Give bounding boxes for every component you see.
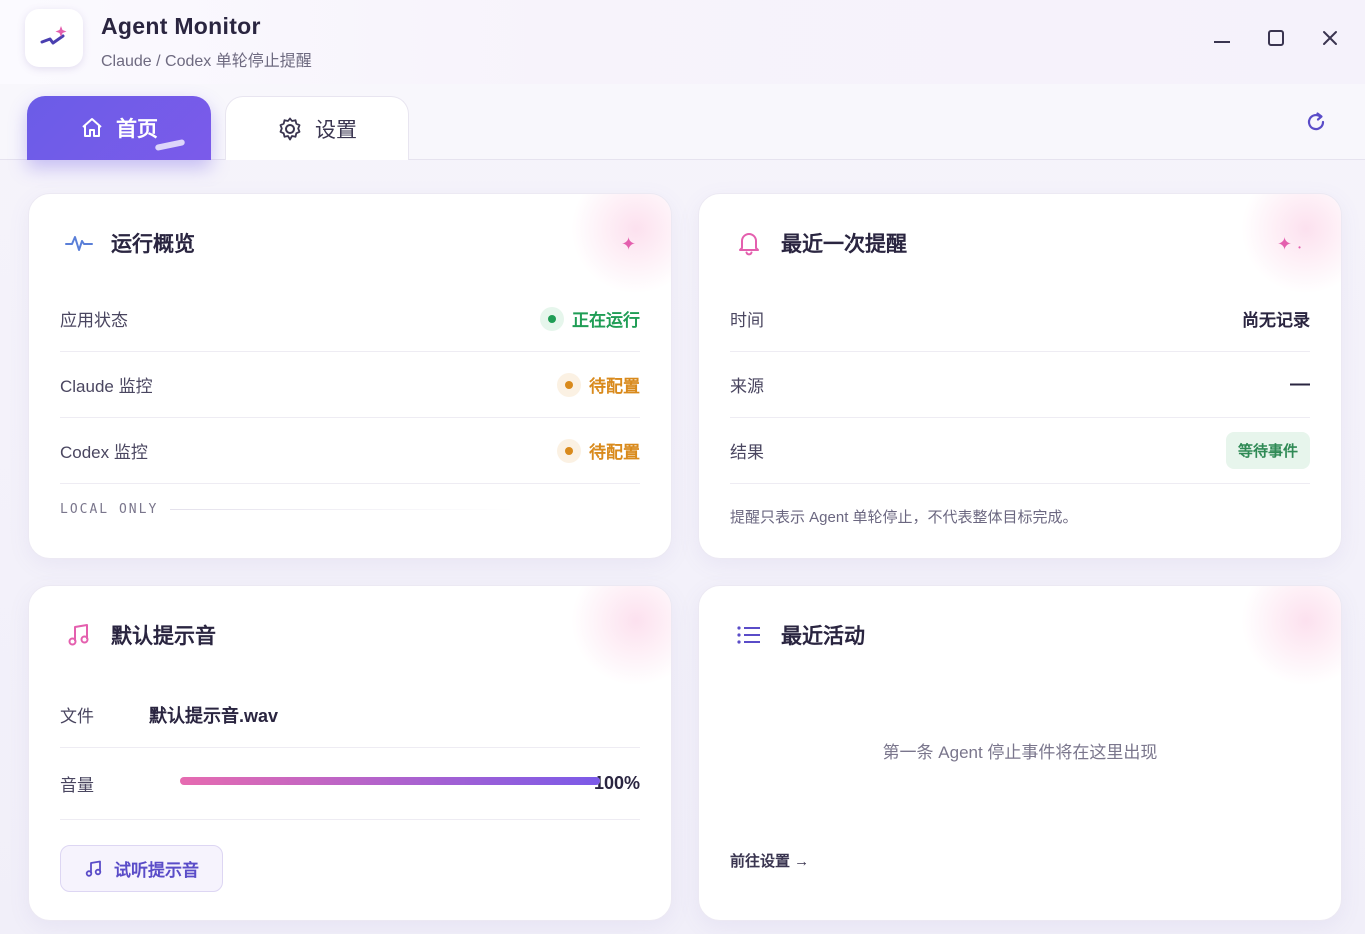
overview-row-codex: Codex 监控 待配置 (60, 418, 640, 484)
sound-row-file: 文件 默认提示音.wav (60, 682, 640, 748)
maximize-button[interactable] (1262, 24, 1290, 52)
overview-card: 运行概览 ✦ 应用状态 正在运行 Claude 监控 待配置 Codex 监控 … (28, 193, 672, 559)
overview-row-claude: Claude 监控 待配置 (60, 352, 640, 418)
sparkle-icon: ✦ (621, 234, 637, 254)
app-subtitle: Claude / Codex 单轮停止提醒 (101, 53, 312, 70)
last-alert-title: 最近一次提醒 (781, 233, 907, 256)
last-alert-header: 最近一次提醒 (735, 228, 907, 258)
sound-header: 默认提示音 (65, 620, 216, 650)
sparkle-icon: ✦ • (1277, 234, 1301, 254)
status-dot-icon (557, 438, 581, 463)
alert-row-source: 来源 — (730, 352, 1310, 418)
tab-settings-label: 设置 (315, 118, 357, 142)
local-only-label: LOCAL ONLY (60, 502, 516, 517)
status-indicator: 待配置 (557, 438, 640, 463)
status-dot-icon (540, 306, 564, 331)
app-logo (25, 9, 83, 67)
minimize-button[interactable] (1208, 24, 1236, 52)
overview-header: 运行概览 (65, 228, 195, 258)
row-label: 音量 (60, 776, 94, 795)
status-text: 待配置 (589, 443, 640, 462)
file-name: 默认提示音.wav (149, 705, 279, 726)
status-indicator: 待配置 (557, 372, 640, 397)
row-label: 结果 (730, 443, 764, 462)
status-text: 待配置 (589, 377, 640, 396)
volume-value: 100% (593, 773, 640, 793)
row-value: — (1290, 373, 1310, 395)
refresh-icon (1307, 112, 1325, 131)
sound-card: 默认提示音 文件 默认提示音.wav 音量 100% 试听提示音 (28, 585, 672, 921)
status-indicator: 正在运行 (540, 306, 640, 331)
tab-home[interactable]: 首页 (27, 96, 211, 160)
volume-slider[interactable] (180, 777, 600, 785)
tab-settings[interactable]: 设置 (225, 96, 409, 160)
app-logo-icon (40, 26, 67, 45)
bell-icon (739, 233, 759, 256)
row-label: 文件 (60, 707, 94, 726)
row-label: 时间 (730, 311, 764, 330)
active-tab-indicator (154, 138, 186, 152)
goto-settings-link[interactable]: 前往设置 → (730, 850, 809, 871)
gear-icon (279, 117, 301, 140)
close-icon (1323, 31, 1337, 45)
refresh-button[interactable] (1302, 108, 1330, 136)
activity-card: 最近活动 第一条 Agent 停止事件将在这里出现 前往设置 → (698, 585, 1342, 921)
volume-slider-fill (180, 777, 600, 785)
row-label: Claude 监控 (60, 377, 153, 396)
status-dot-icon (557, 372, 581, 397)
empty-state-text: 第一条 Agent 停止事件将在这里出现 (882, 743, 1158, 762)
list-icon (737, 626, 760, 644)
minimize-icon (1214, 41, 1230, 43)
maximize-icon (1268, 30, 1284, 46)
activity-header: 最近活动 (735, 620, 865, 650)
sound-title: 默认提示音 (111, 625, 216, 648)
overview-title: 运行概览 (111, 233, 195, 256)
music-note-icon (68, 624, 89, 646)
app-title: Agent Monitor (101, 13, 261, 39)
home-icon (82, 118, 102, 137)
sound-row-volume: 音量 100% (60, 748, 640, 820)
divider (170, 509, 516, 510)
title-bar: Agent Monitor Claude / Codex 单轮停止提醒 (0, 0, 1365, 84)
tab-bar: 首页 设置 (0, 84, 1365, 160)
row-label: Codex 监控 (60, 443, 148, 462)
row-label: 来源 (730, 377, 764, 396)
activity-title: 最近活动 (781, 625, 865, 648)
alert-note: 提醒只表示 Agent 单轮停止，不代表整体目标完成。 (730, 509, 1078, 526)
status-badge: 等待事件 (1225, 432, 1310, 469)
row-value: 尚无记录 (1242, 311, 1310, 330)
last-alert-card: 最近一次提醒 ✦ • 时间 尚无记录 来源 — 结果 等待事件 提醒只表示 Age… (698, 193, 1342, 559)
preview-button-label: 试听提示音 (114, 861, 199, 880)
overview-row-app-status: 应用状态 正在运行 (60, 286, 640, 352)
preview-sound-button[interactable]: 试听提示音 (60, 845, 223, 892)
alert-row-time: 时间 尚无记录 (730, 286, 1310, 352)
close-button[interactable] (1316, 24, 1344, 52)
tab-home-label: 首页 (116, 118, 158, 141)
music-note-icon (85, 860, 102, 877)
alert-row-result: 结果 等待事件 (730, 418, 1310, 484)
row-label: 应用状态 (60, 311, 128, 330)
activity-pulse-icon (65, 236, 93, 251)
status-text: 正在运行 (572, 311, 640, 330)
